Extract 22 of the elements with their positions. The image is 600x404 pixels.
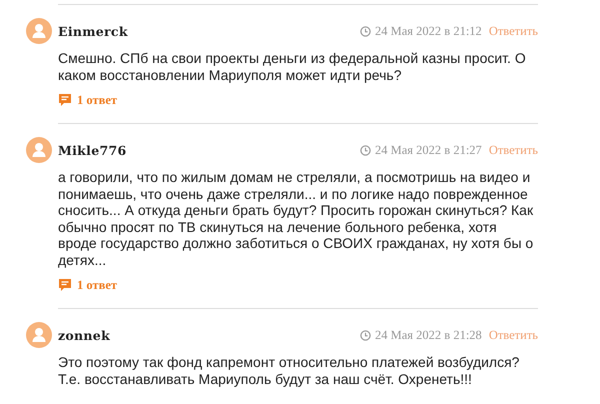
avatar-icon xyxy=(26,322,52,348)
speech-bubble-icon xyxy=(58,93,72,107)
comment-date: 24 Мая 2022 в 21:28 xyxy=(375,328,482,342)
comment-text: а говорили, что по жилым домам не стреляли, а посмотришь на видео и понимаешь, что очень даже стреляли... и по логике надо поврежденное сносить... А откуда деньги брать будут? Просить горожан скинуться? Как обычно просят по ТВ скинуться на лечение больного ребенка, хотя вроде государство должно заботиться о СВОИХ гражданах, ну хотя бы о детях... xyxy=(58,169,534,268)
comment-text: Смешно. СПб на свои проекты деньги из федеральной казны просит. О каком восстановлении Мариуполя может идти речь? xyxy=(58,50,527,83)
speech-bubble-icon xyxy=(58,278,72,292)
comment-text: Это поэтому так фонд капремонт относительно платежей возбудился? Т.е. восстанавливать Мариуполь будут за наш счёт. Охренеть!!! xyxy=(58,354,520,387)
username: Einmerck xyxy=(58,24,128,38)
replies-link[interactable]: 1 ответ xyxy=(77,92,118,108)
avatar-icon xyxy=(26,137,52,163)
username: zonnek xyxy=(58,328,110,342)
avatar-icon xyxy=(26,18,52,44)
reply-link[interactable]: Ответить xyxy=(488,328,538,342)
replies-link[interactable]: 1 ответ xyxy=(77,278,118,292)
reply-link[interactable]: Ответить xyxy=(488,24,538,38)
username: Mikle776 xyxy=(58,142,126,158)
comment-date: 24 Мая 2022 в 21:27 xyxy=(375,142,482,158)
clock-icon xyxy=(360,330,372,340)
clock-icon xyxy=(360,26,372,36)
clock-icon xyxy=(360,144,372,156)
reply-link[interactable]: Ответить xyxy=(488,142,538,158)
comment-date: 24 Мая 2022 в 21:12 xyxy=(375,24,482,38)
